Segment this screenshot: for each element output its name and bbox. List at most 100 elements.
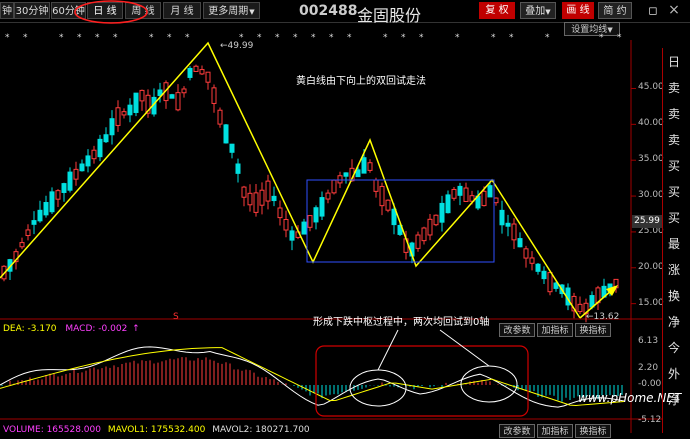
sidebar-quote-label: 卖 [668,133,681,147]
candle-body [241,186,247,198]
high-price-label: ←49.99 [220,41,254,51]
event-marker: * [617,33,622,43]
event-marker: * [275,33,280,43]
signal-marker: S [173,312,179,322]
price-tick-label: 15.00 [638,297,664,308]
event-marker: * [149,33,154,43]
price-tick-label: 45.00 [638,82,664,93]
candle-body [367,162,373,171]
sidebar-quote-label: 买 [668,211,681,225]
annotation-pointer [377,329,399,371]
sidebar-quote-label: 卖 [668,107,681,121]
candle-body [97,138,103,158]
macd-tick-label: 6.13 [638,335,659,346]
event-marker: * [257,33,262,43]
candle-body [283,218,289,231]
candle-body [247,192,253,206]
arrow-icon: ← [220,41,228,51]
event-marker: * [113,33,118,43]
candle-body [37,209,43,222]
candle-body [589,295,595,308]
macd-switch-indicator-button[interactable]: 换指标 [575,323,611,337]
candle-body [421,227,427,242]
candle-body [463,187,469,202]
price-tick-label: 30.00 [638,190,664,201]
bottom-annotation: 形成下跌中枢过程中，两次均回试到0轴 [313,317,490,328]
candle-body [457,185,463,196]
candle-body [109,118,115,136]
sidebar-quote-label: 卖 [668,81,681,95]
candle-body [103,134,109,143]
candle-body [73,168,79,180]
event-marker: * [491,33,496,43]
event-marker: * [599,33,604,43]
event-marker: * [77,33,82,43]
event-marker: * [383,33,388,43]
event-marker: * [419,33,424,43]
candle-body [85,155,91,167]
dea-label: DEA: -3.170 [3,324,57,334]
candle-body [505,222,511,227]
candle-body [427,218,433,236]
sidebar-quote-label: 今 [668,341,681,355]
candle-body [91,149,97,160]
top-annotation: 黄白线由下向上的双回试走法 [296,76,426,87]
candle-body [25,229,31,237]
candle-body [523,248,529,259]
candle-body [307,215,313,228]
price-tick-label: 20.00 [638,261,664,272]
event-marker: * [455,33,460,43]
candle-body [67,171,73,191]
candle-body [361,157,367,174]
macd-change-param-button[interactable]: 改参数 [499,323,535,337]
candle-body [451,188,457,199]
macd-add-indicator-button[interactable]: 加指标 [537,323,573,337]
candle-body [373,179,379,192]
candle-body [193,65,199,72]
candle-body [121,111,127,116]
candle-body [181,88,187,94]
volume-switch-indicator-button[interactable]: 换指标 [575,424,611,438]
candle-body [49,191,55,213]
candle-body [265,180,271,202]
volume-change-param-button[interactable]: 改参数 [499,424,535,438]
event-marker: * [401,33,406,43]
event-marker: * [311,33,316,43]
macd-value-label: MACD: -0.002 [65,324,128,334]
candle-body [205,71,211,83]
candle-body [19,242,25,248]
candle-body [487,185,493,198]
candle-body [445,194,451,214]
sidebar-quote-label: 日 [668,55,681,69]
candle-body [379,185,385,207]
candle-body [415,234,421,249]
event-marker: * [23,33,28,43]
event-marker: * [329,33,334,43]
candle-body [499,209,505,226]
candle-body [439,202,445,223]
macd-tick-label: -0.00 [638,379,662,389]
candle-body [481,190,487,207]
sidebar-quote-label: 买 [668,159,681,173]
kline-chart[interactable]: * * * * * * * * * * * * * * * * * * * * * * * * *S [0,0,690,433]
candle-body [43,202,49,216]
candle-body [169,94,175,99]
candle-body [325,192,331,200]
candle-body [55,190,61,200]
sidebar-quote-label: 外 [668,367,681,381]
event-marker: * [293,33,298,43]
sidebar-quote-label: 涨 [668,263,681,277]
arrow-icon: ← [586,312,594,322]
event-marker: * [5,33,10,43]
candle-body [493,197,499,204]
candle-body [79,163,85,172]
candle-body [331,179,337,194]
volume-add-indicator-button[interactable]: 加指标 [537,424,573,438]
quote-sidebar: 日卖卖卖买买买最涨换净今外净 [662,48,690,433]
candle-body [289,230,295,241]
event-marker: * [347,33,352,43]
macd-header: DEA: -3.170 MACD: -0.002 ↑ [3,324,140,334]
annotation-pointer [439,329,490,367]
candle-body [577,303,583,313]
candle-body [259,189,265,206]
